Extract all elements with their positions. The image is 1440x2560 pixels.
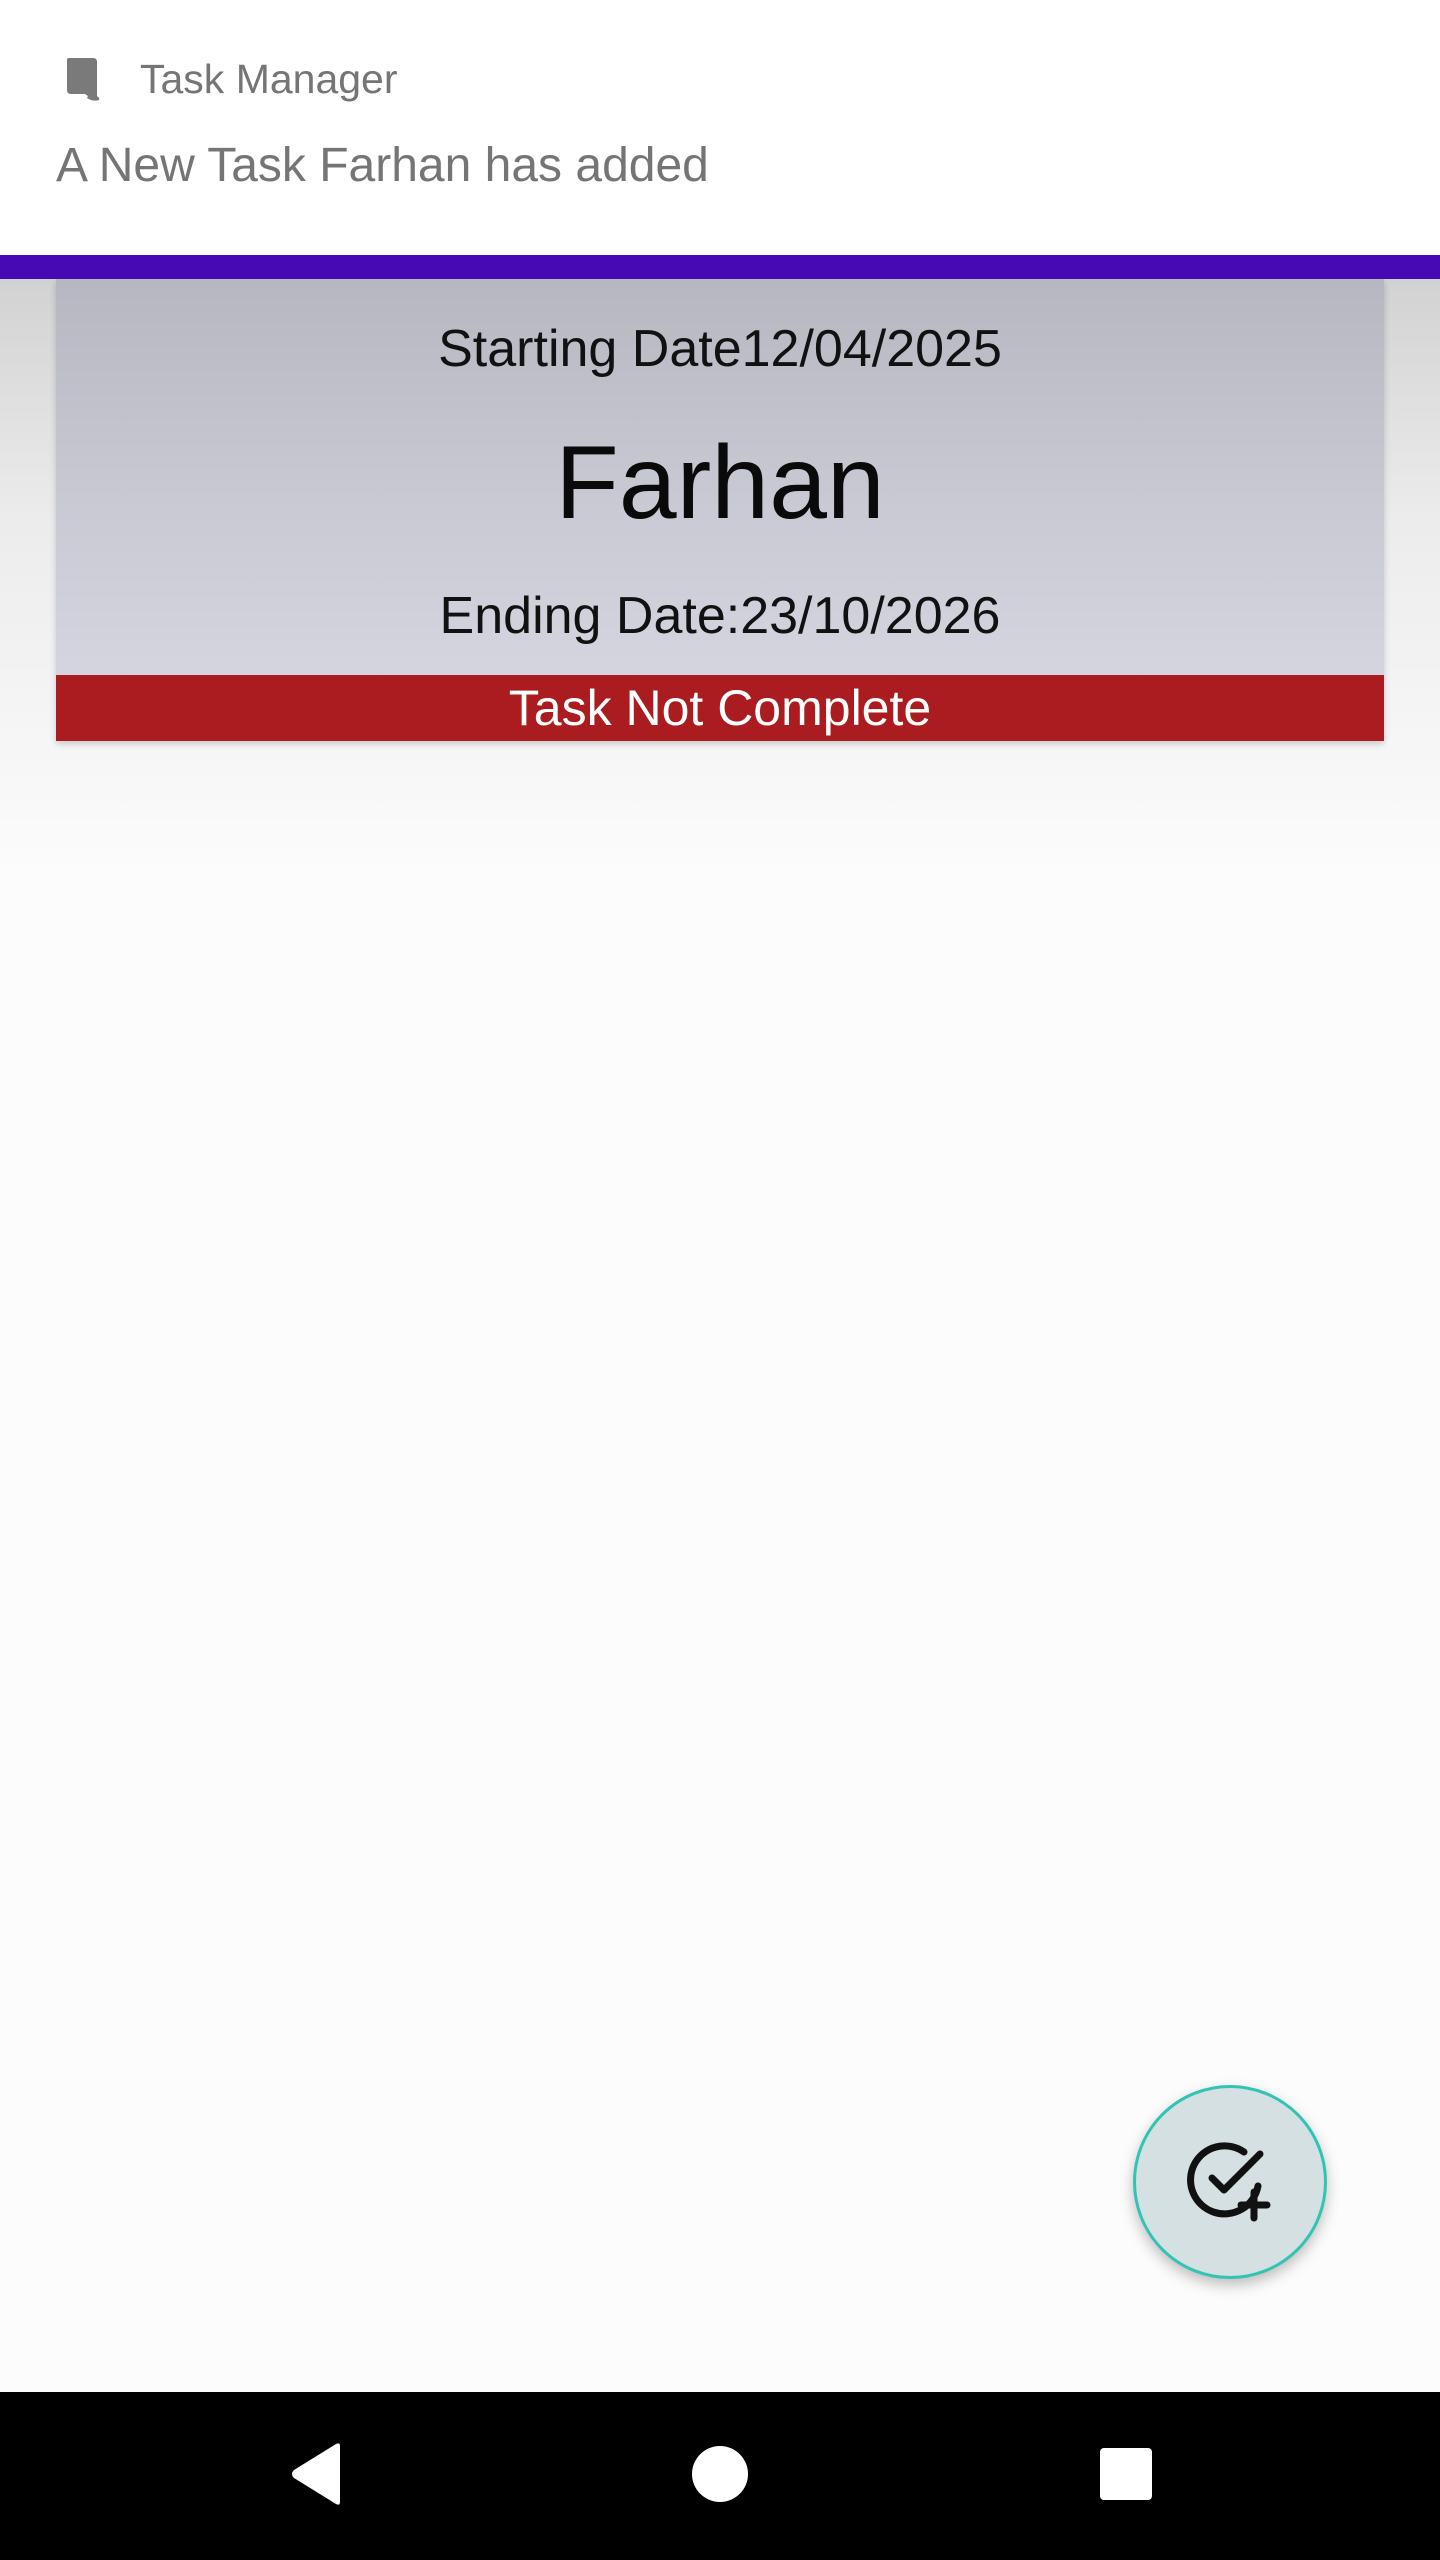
recents-square-icon [1099,2447,1153,2506]
system-navigation-bar [0,2392,1440,2560]
task-start-date: Starting Date12/04/2025 [438,320,1002,378]
back-button[interactable] [236,2392,396,2560]
notification-message: A New Task Farhan has added [56,139,709,192]
add-task-icon [1184,2134,1276,2231]
task-status-badge: Task Not Complete [56,675,1384,741]
notification-header: Task Manager [56,52,398,106]
heads-up-notification[interactable]: Task Manager A New Task Farhan has added [0,0,1440,255]
recents-button[interactable] [1046,2392,1206,2560]
app-bar [0,255,1440,279]
screen: Task Manager A New Task Farhan has added… [0,0,1440,2560]
task-end-date: Ending Date:23/10/2026 [439,587,1001,645]
task-title: Farhan [555,425,885,541]
home-circle-icon [691,2445,749,2508]
task-card[interactable]: Starting Date12/04/2025 Farhan Ending Da… [56,279,1384,741]
home-button[interactable] [640,2392,800,2560]
back-triangle-icon [288,2442,344,2511]
bookmark-icon [56,52,110,106]
add-task-button[interactable] [1133,2085,1327,2279]
notification-app-name: Task Manager [140,55,398,102]
